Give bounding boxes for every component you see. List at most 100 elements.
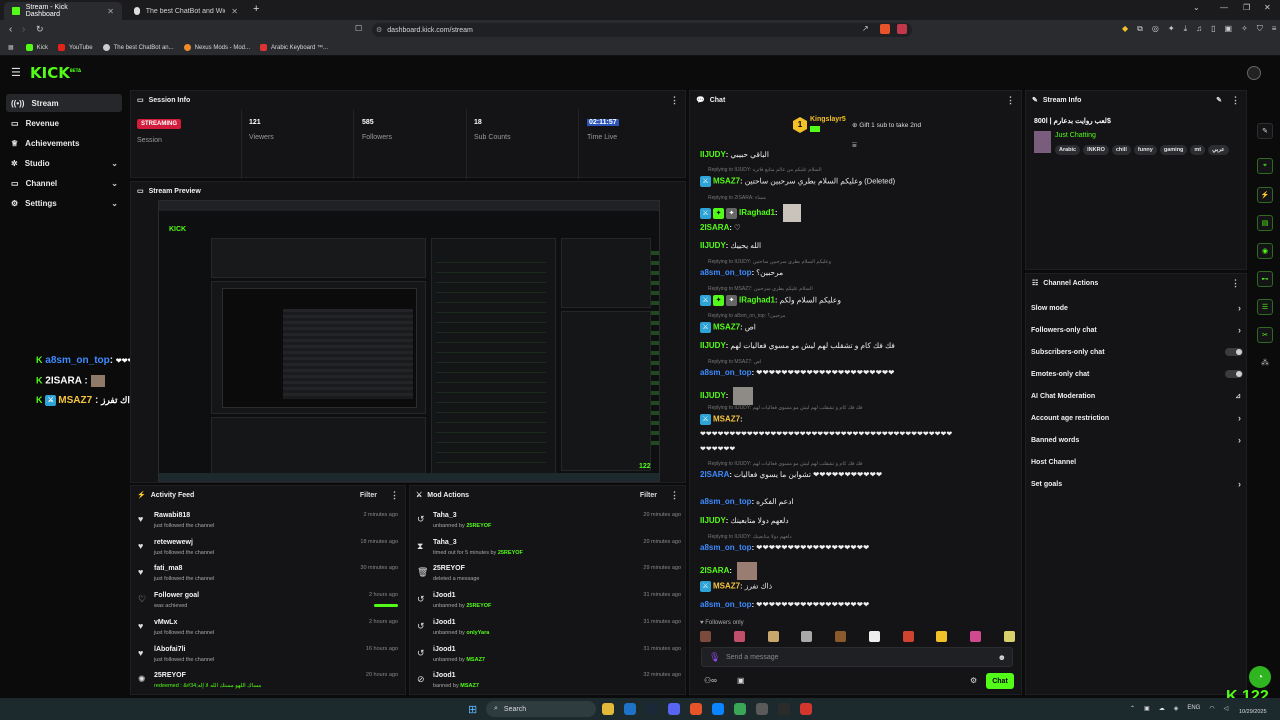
reload-icon[interactable]: ↻ xyxy=(36,24,44,35)
chat-username[interactable]: IRaghad1 xyxy=(739,208,775,217)
microphone-icon[interactable]: 🎙 xyxy=(709,652,720,663)
wallet-icon[interactable]: ▣ xyxy=(1225,24,1233,34)
wallet-ext-icon[interactable]: ◆ xyxy=(1122,24,1128,34)
chat-message[interactable]: IIJUDY: الله يحييك xyxy=(700,241,1020,250)
chat-message[interactable]: a8sm_on_top: ❤❤❤❤❤❤❤❤❤❤❤❤❤❤❤❤❤❤ xyxy=(700,543,1020,552)
mod-action-item[interactable]: ⊘ iJood1 banned by MSAZ7 32 minutes ago xyxy=(415,671,683,695)
rewards-icon[interactable] xyxy=(897,24,907,34)
chat-username[interactable]: IIJUDY xyxy=(700,241,726,250)
chat-username[interactable]: a8sm_on_top xyxy=(700,497,752,506)
activity-item[interactable]: ♥ lAbofai7li just followed the channel 16 h… xyxy=(136,645,400,669)
sidebar-item-studio[interactable]: ✲ Studio ⌄ xyxy=(6,154,122,172)
tab-kick-dashboard[interactable]: Stream - Kick Dashboard ✕ xyxy=(4,2,122,20)
chat-message[interactable]: 2ISARA: xyxy=(700,562,1020,580)
rail-note-button[interactable]: ▤ xyxy=(1257,215,1273,231)
taskbar-search[interactable]: ⌕ Search xyxy=(486,701,596,717)
download-icon[interactable]: ⤓ xyxy=(1184,24,1188,34)
tray-chevron-icon[interactable]: ⌃ xyxy=(1130,705,1135,712)
sidebar-item-revenue[interactable]: ▭ Revenue xyxy=(6,114,122,132)
volume-icon[interactable]: ◁ xyxy=(1224,705,1229,712)
emote-picker-item[interactable] xyxy=(868,631,880,642)
sidebar-item-stream[interactable]: ((•)) Stream xyxy=(6,94,122,112)
stream-tag[interactable]: gaming xyxy=(1159,145,1188,155)
chat-username[interactable]: a8sm_on_top xyxy=(700,368,752,377)
kick-logo[interactable]: KICKBETA xyxy=(30,64,81,82)
more-options-icon[interactable]: ⋮ xyxy=(1231,95,1240,106)
obs-icon[interactable] xyxy=(778,703,790,715)
stream-tag[interactable]: عربي xyxy=(1208,145,1229,155)
tab-chatbot[interactable]: The best ChatBot and Widgets for K ✕ xyxy=(126,2,246,20)
edit-icon[interactable]: ✎ xyxy=(1216,96,1222,104)
site-info-icon[interactable]: ⚙ xyxy=(376,26,382,34)
mod-action-item[interactable]: ↺ iJood1 unbanned by onlyYara 31 minutes ag… xyxy=(415,618,683,642)
chat-username[interactable]: IIJUDY xyxy=(700,150,726,159)
sidebar-item-settings[interactable]: ⚙ Settings ⌄ xyxy=(6,194,122,212)
send-chat-button[interactable]: Chat xyxy=(986,673,1014,689)
discord-icon[interactable] xyxy=(668,703,680,715)
chat-username[interactable]: 2ISARA xyxy=(700,566,729,575)
chat-users-icon[interactable]: ⚇∞ xyxy=(704,676,717,685)
mod-action-item[interactable]: 🗑 25REYOF deleted a message 29 minutes ago xyxy=(415,564,683,588)
mod-action-item[interactable]: ⧗ Taha_3 timed out for 5 minutes by 25REYO… xyxy=(415,538,683,562)
activity-item[interactable]: ♥ vMwLx just followed the channel 2 hours a… xyxy=(136,618,400,642)
vpn-icon[interactable]: ◎ xyxy=(1152,24,1159,34)
moderator-name[interactable]: 25REYOF xyxy=(498,550,523,556)
chat-message[interactable]: a8sm_on_top: ادعم الفكره xyxy=(700,497,1020,506)
activity-item[interactable]: ♡ Follower goal was achieved 2 hours ago xyxy=(136,591,400,615)
gift-sub-cta[interactable]: ⊕ Gift 1 sub to take 2nd xyxy=(852,121,921,129)
bookmark-kick[interactable]: Kick xyxy=(25,44,48,51)
chat-message[interactable]: ⚔ MSAZ7: وعليكم السلام بطري سرحبين ساحتين… xyxy=(700,176,1020,187)
moderator-name[interactable]: 25REYOF xyxy=(466,603,491,609)
rail-tools-button[interactable]: ✂ xyxy=(1257,327,1273,343)
emote-picker-item[interactable] xyxy=(801,631,813,642)
stream-preview-video[interactable]: KICK 122 xyxy=(158,200,660,482)
chat-message[interactable]: a8sm_on_top: ❤❤❤❤❤❤❤❤❤❤❤❤❤❤❤❤❤❤ xyxy=(700,600,1020,609)
chat-message[interactable]: 2ISARA: تشواين ما يسوي فعاليات ❤❤❤❤❤❤❤❤❤… xyxy=(700,470,1020,479)
emote-picker-item[interactable] xyxy=(767,631,779,642)
chat-message[interactable]: IIJUDY: فك فك كام و تشقلب لهم ليش مو مسو… xyxy=(700,341,1020,350)
file-explorer-icon[interactable] xyxy=(602,703,614,715)
wifi-icon[interactable]: ◠ xyxy=(1209,705,1214,712)
chat-message[interactable]: 2ISARA: ♡ xyxy=(700,223,1020,232)
rail-bolt-button[interactable]: ⚡ xyxy=(1257,187,1273,203)
chatbot-widget-icon[interactable]: ◔ xyxy=(1249,666,1271,688)
steam-icon[interactable] xyxy=(646,703,658,715)
chat-username[interactable]: a8sm_on_top xyxy=(700,600,752,609)
sidebar-item-achievements[interactable]: ♕ Achievements xyxy=(6,134,122,152)
gift-icon[interactable]: ▣ xyxy=(737,676,745,685)
emote-picker-item[interactable] xyxy=(733,631,745,642)
rail-list-button[interactable]: ☰ xyxy=(1257,299,1273,315)
rail-clip-button[interactable]: ⌖ xyxy=(1257,158,1273,174)
moderator-name[interactable]: 25REYOF xyxy=(466,523,491,529)
chat-input[interactable]: 🎙 Send a message ☻ xyxy=(701,647,1013,667)
chat-username[interactable]: a8sm_on_top xyxy=(700,268,752,277)
language-indicator[interactable]: ENG xyxy=(1187,705,1200,712)
emote-picker-item[interactable] xyxy=(835,631,847,642)
activity-item[interactable]: ✺ 25REYOF redeemed : &#34;مساك اللهو مستك … xyxy=(136,671,400,695)
stream-tag[interactable]: funny xyxy=(1133,145,1157,155)
url-field[interactable]: ⚙ dashboard.kick.com/stream xyxy=(372,23,912,37)
stream-tag[interactable]: Arabic xyxy=(1055,145,1081,155)
sidebar-toggle-icon[interactable]: ▯ xyxy=(1211,24,1215,34)
chat-message[interactable]: a8sm_on_top: مرحبين؟ xyxy=(700,268,1020,277)
channel-action-set-goals[interactable]: Set goals › xyxy=(1031,476,1243,492)
chat-username[interactable]: MSAZ7 xyxy=(713,414,740,423)
tab-search-icon[interactable]: ⌄ xyxy=(1193,3,1200,12)
puzzle-icon[interactable]: ✦ xyxy=(1168,24,1175,34)
chat-settings-icon[interactable]: ⚙ xyxy=(970,676,977,685)
moderator-name[interactable]: onlyYara xyxy=(466,630,489,636)
mod-action-item[interactable]: ↺ Taha_3 unbanned by 25REYOF 20 minutes ago xyxy=(415,511,683,535)
shield-icon[interactable]: ⛉ xyxy=(1257,24,1263,34)
filter-button[interactable]: Filter xyxy=(640,492,657,499)
avatar[interactable] xyxy=(1247,66,1261,80)
bookmark-icon[interactable]: ☐ xyxy=(355,24,362,33)
more-options-icon[interactable]: ⋮ xyxy=(1006,95,1015,106)
moderator-name[interactable]: MSAZ7 xyxy=(466,657,485,663)
tray-app-icon[interactable]: ☁ xyxy=(1159,705,1165,712)
pinned-toggle-icon[interactable]: ⩸ xyxy=(852,140,857,150)
chat-message[interactable]: ⚔ MSAZ7: ذاك تفرز xyxy=(700,581,1020,592)
emote-picker-item[interactable] xyxy=(700,631,711,642)
chat-message[interactable]: ⚔ MSAZ7: اص xyxy=(700,322,1020,333)
stream-tag[interactable]: INKRO xyxy=(1083,145,1109,155)
channel-action-ai-chat-moderation[interactable]: AI Chat Moderation ⊿ xyxy=(1031,388,1243,404)
